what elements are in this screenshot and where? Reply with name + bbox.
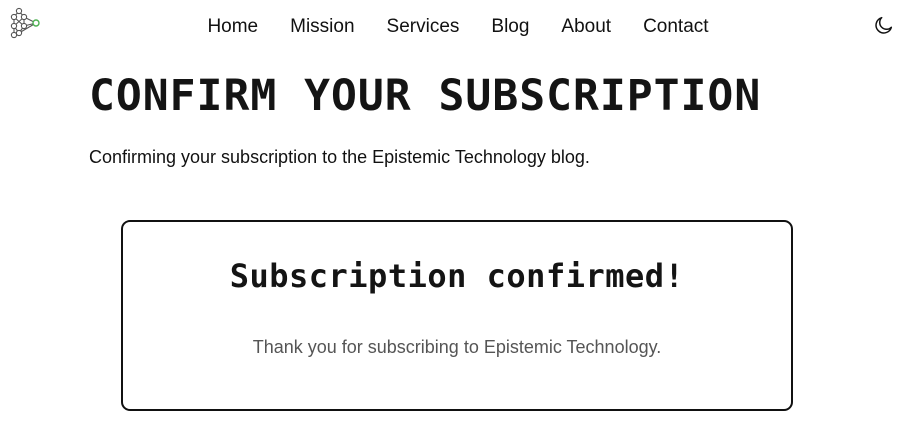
nav-blog[interactable]: Blog — [491, 15, 529, 39]
confirmation-message: Thank you for subscribing to Epistemic T… — [252, 337, 662, 357]
page: Home Mission Services Blog About Contact… — [0, 0, 916, 445]
nav-about[interactable]: About — [561, 15, 611, 39]
page-subtitle: Confirming your subscription to the Epis… — [89, 147, 590, 167]
nav-contact[interactable]: Contact — [643, 15, 708, 39]
main-nav: Home Mission Services Blog About Contact — [0, 15, 916, 39]
nav-home[interactable]: Home — [207, 15, 258, 39]
moon-icon[interactable] — [873, 14, 895, 36]
page-title: CONFIRM YOUR SUBSCRIPTION — [89, 71, 762, 121]
nav-services[interactable]: Services — [387, 15, 460, 39]
confirmation-heading: Subscription confirmed! — [229, 257, 685, 295]
confirmation-card: Subscription confirmed! Thank you for su… — [121, 220, 793, 411]
nav-mission[interactable]: Mission — [290, 15, 354, 39]
